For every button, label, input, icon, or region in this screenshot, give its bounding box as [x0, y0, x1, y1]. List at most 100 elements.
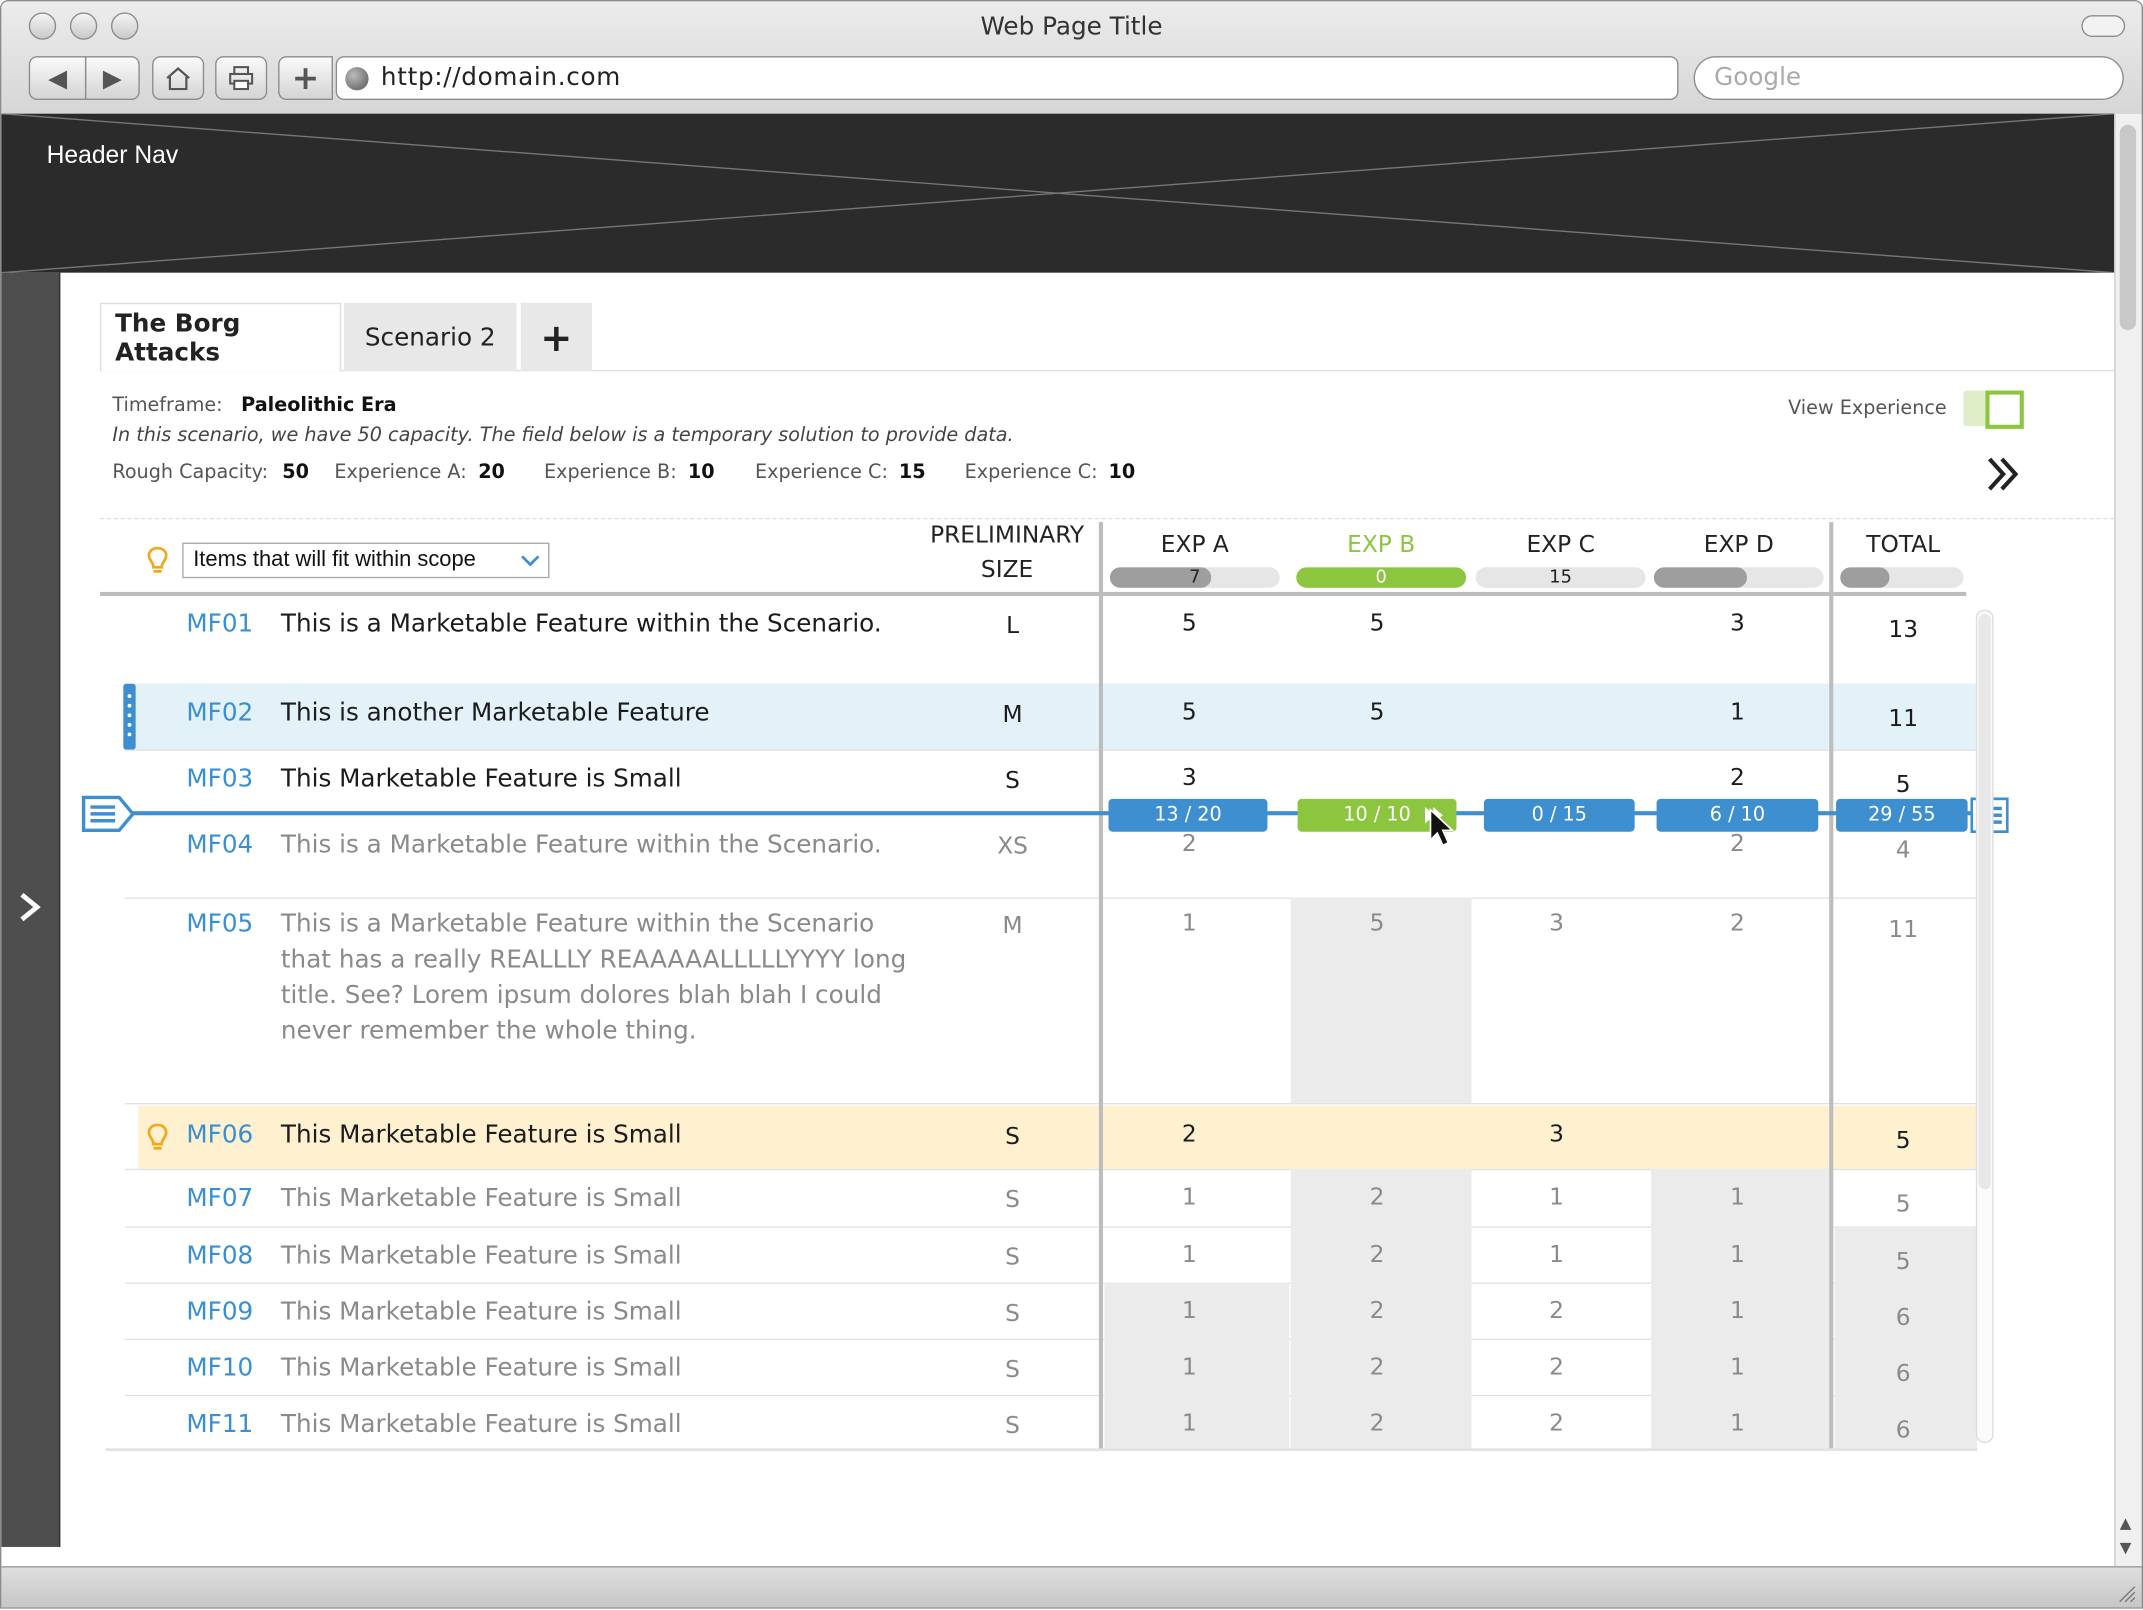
exp-b-cell[interactable]: 2: [1322, 1241, 1432, 1268]
exp-a-cell[interactable]: 1: [1135, 1241, 1245, 1268]
feature-id-link[interactable]: MF11: [186, 1410, 253, 1439]
feature-id-link[interactable]: MF06: [186, 1121, 253, 1150]
capacity-meter: 0: [1296, 567, 1467, 588]
exp-b-cell[interactable]: 5: [1322, 699, 1432, 726]
feature-id-link[interactable]: MF02: [186, 699, 253, 728]
exp-c-cell[interactable]: 2: [1502, 1410, 1612, 1437]
exp-a-cell[interactable]: 5: [1135, 610, 1245, 637]
feature-id-link[interactable]: MF07: [186, 1184, 253, 1213]
exp-c-cell[interactable]: 2: [1502, 1354, 1612, 1381]
exp-a-cell[interactable]: 3: [1135, 765, 1245, 792]
exp-c-cell[interactable]: 1: [1502, 1184, 1612, 1211]
exp-c-cell[interactable]: 3: [1502, 910, 1612, 937]
resize-grip-icon[interactable]: [2117, 1584, 2136, 1603]
exp-column-header[interactable]: EXP B: [1296, 532, 1466, 559]
capacity-badge-exp-d: 6 / 10: [1656, 798, 1819, 832]
preliminary-size-cell[interactable]: S: [958, 1413, 1068, 1440]
exp-d-cell[interactable]: 1: [1683, 699, 1793, 726]
preliminary-size-cell[interactable]: XS: [958, 833, 1068, 860]
experience-b-label: Experience B:: [543, 461, 677, 484]
exp-a-cell[interactable]: 1: [1135, 1298, 1245, 1325]
feature-id-link[interactable]: MF08: [186, 1241, 253, 1270]
row-separator: [124, 1103, 1978, 1105]
preliminary-size-header-line2: SIZE: [980, 556, 1034, 584]
feature-id-link[interactable]: MF05: [186, 910, 253, 939]
preliminary-size-cell[interactable]: S: [958, 1300, 1068, 1327]
preliminary-size-cell[interactable]: M: [958, 702, 1068, 729]
preliminary-size-cell[interactable]: M: [958, 913, 1068, 940]
section-divider: [100, 517, 2115, 520]
vertical-scrollbar[interactable]: ▲ ▼: [2114, 113, 2142, 1567]
exp-b-cell[interactable]: 2: [1322, 1184, 1432, 1211]
expand-chevron-icon[interactable]: [18, 892, 43, 922]
exp-d-cell[interactable]: 1: [1683, 1184, 1793, 1211]
exp-d-cell[interactable]: 2: [1683, 765, 1793, 792]
capacity-line-left-handle-icon[interactable]: [81, 795, 136, 833]
exp-d-cell[interactable]: 2: [1683, 830, 1793, 857]
preliminary-size-cell[interactable]: S: [958, 767, 1068, 794]
toolbar-toggle-button[interactable]: [2081, 15, 2126, 37]
preliminary-size-cell[interactable]: S: [958, 1356, 1068, 1383]
preliminary-size-cell[interactable]: S: [958, 1244, 1068, 1271]
exp-d-cell[interactable]: 2: [1683, 910, 1793, 937]
table-scrollbar[interactable]: [1975, 609, 1994, 1443]
exp-d-cell[interactable]: 1: [1683, 1241, 1793, 1268]
exp-d-cell[interactable]: 3: [1683, 610, 1793, 637]
exp-c-cell[interactable]: 1: [1502, 1241, 1612, 1268]
feature-id-link[interactable]: MF03: [186, 765, 253, 794]
preliminary-size-cell[interactable]: S: [958, 1187, 1068, 1214]
home-button[interactable]: [152, 56, 205, 101]
print-button[interactable]: [215, 56, 268, 101]
exp-b-cell[interactable]: 2: [1322, 1410, 1432, 1437]
exp-a-cell[interactable]: 2: [1135, 830, 1245, 857]
plus-icon: +: [540, 314, 573, 360]
exp-a-cell[interactable]: 2: [1135, 1121, 1245, 1148]
exp-b-cell[interactable]: 2: [1322, 1298, 1432, 1325]
exp-a-cell[interactable]: 1: [1135, 1354, 1245, 1381]
exp-d-cell[interactable]: 1: [1683, 1298, 1793, 1325]
table-scrollbar-thumb[interactable]: [1978, 613, 1991, 1190]
exp-c-cell[interactable]: 3: [1502, 1121, 1612, 1148]
feature-id-link[interactable]: MF10: [186, 1354, 253, 1383]
left-sidebar[interactable]: [1, 272, 61, 1547]
feature-id-link[interactable]: MF01: [186, 610, 253, 639]
total-cell: 6: [1895, 1304, 1911, 1332]
view-experience-toggle[interactable]: [1963, 390, 2024, 429]
exp-a-cell[interactable]: 1: [1135, 910, 1245, 937]
double-chevron-right-icon[interactable]: [1985, 456, 2021, 492]
address-bar[interactable]: http://domain.com: [335, 56, 1679, 101]
scroll-down-icon[interactable]: ▼: [2120, 1539, 2132, 1557]
printer-icon: [229, 66, 254, 91]
scope-filter-select[interactable]: Items that will fit within scope: [182, 542, 550, 579]
exp-column-header[interactable]: EXP C: [1476, 532, 1646, 559]
scrollbar-thumb[interactable]: [2119, 124, 2137, 331]
exp-a-cell[interactable]: 1: [1135, 1184, 1245, 1211]
exp-a-cell[interactable]: 1: [1135, 1410, 1245, 1437]
forward-button[interactable]: ▶: [84, 56, 140, 101]
exp-b-cell[interactable]: 2: [1322, 1354, 1432, 1381]
preliminary-size-cell[interactable]: S: [958, 1124, 1068, 1151]
exp-d-cell[interactable]: 1: [1683, 1354, 1793, 1381]
exp-b-cell[interactable]: 5: [1322, 610, 1432, 637]
exp-a-cell[interactable]: 5: [1135, 699, 1245, 726]
preliminary-size-cell[interactable]: L: [958, 612, 1068, 639]
exp-column-header[interactable]: EXP D: [1654, 532, 1824, 559]
experience-c-label: Experience C:: [754, 461, 888, 484]
tab-the-borg-attacks[interactable]: The Borg Attacks: [100, 302, 342, 372]
feature-id-link[interactable]: MF04: [186, 830, 253, 859]
total-column-header[interactable]: TOTAL: [1840, 532, 1966, 559]
search-input[interactable]: Google: [1693, 56, 2124, 101]
new-tab-button[interactable]: +: [278, 56, 333, 101]
scroll-up-icon[interactable]: ▲: [2120, 1514, 2132, 1532]
feature-id-link[interactable]: MF09: [186, 1298, 253, 1327]
exp-column-header[interactable]: EXP A: [1110, 532, 1280, 559]
add-scenario-button[interactable]: +: [520, 302, 592, 372]
experience-c2-label: Experience C:: [964, 461, 1098, 484]
back-button[interactable]: ◀: [28, 56, 87, 101]
browser-window: Web Page Title ◀ ▶ + http://domain.com G…: [0, 0, 2143, 1609]
exp-d-cell[interactable]: 1: [1683, 1410, 1793, 1437]
exp-c-cell[interactable]: 2: [1502, 1298, 1612, 1325]
exp-b-cell[interactable]: 5: [1322, 910, 1432, 937]
row-drag-handle[interactable]: [123, 683, 136, 750]
tab-scenario-2[interactable]: Scenario 2: [343, 302, 517, 372]
